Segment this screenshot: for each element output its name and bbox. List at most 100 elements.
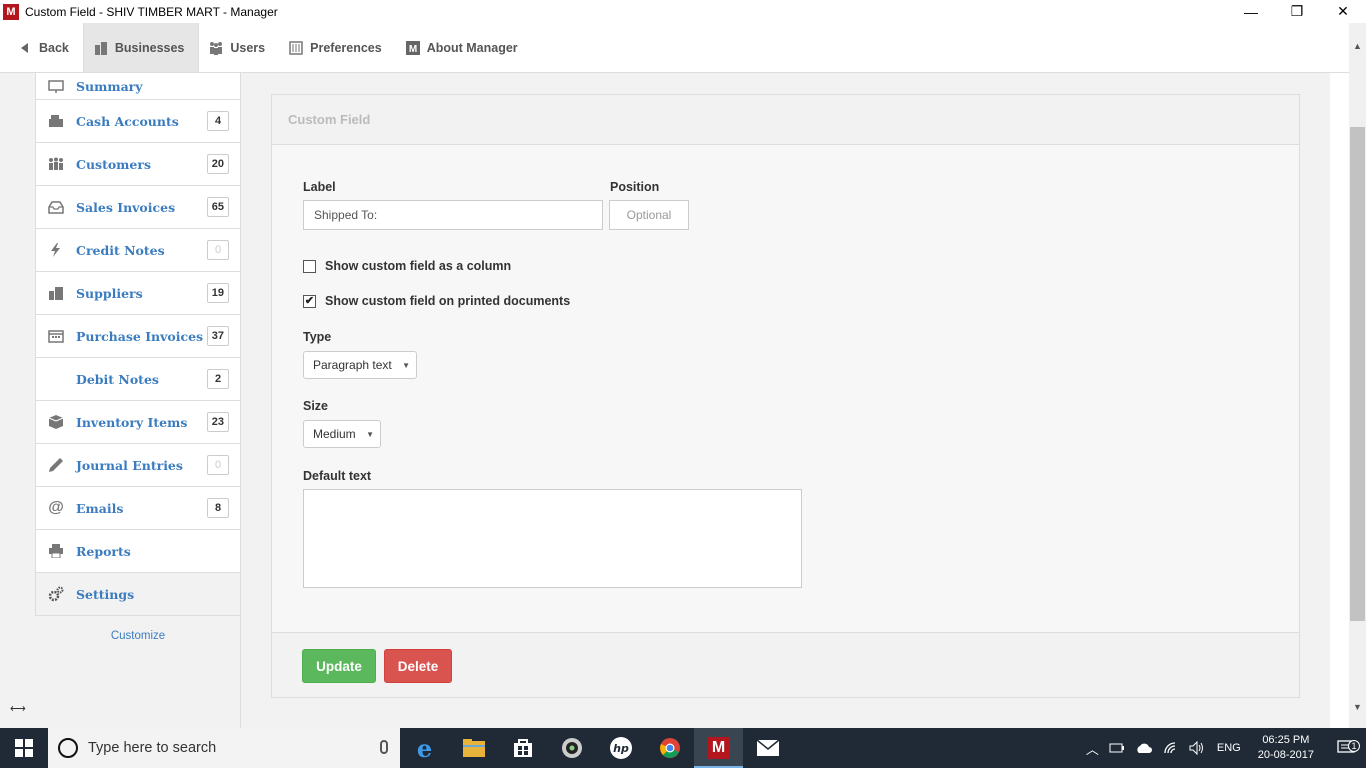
nav-about[interactable]: M About Manager — [396, 23, 532, 72]
collapse-arrows-icon[interactable]: ⟷ — [10, 702, 26, 715]
sidebar-item-purchase-invoices[interactable]: Purchase Invoices 37 — [36, 315, 240, 358]
custom-field-panel: Custom Field Label Shipped To: Position … — [271, 94, 1300, 698]
minimize-button[interactable]: — — [1228, 0, 1274, 23]
sidebar-item-label: Cash Accounts — [76, 113, 179, 129]
sidebar-item-credit-notes[interactable]: Credit Notes 0 — [36, 229, 240, 272]
store-app[interactable] — [498, 728, 547, 768]
delete-button[interactable]: Delete — [384, 649, 452, 683]
count-badge: 23 — [206, 412, 229, 432]
panel-footer: Update Delete — [272, 632, 1299, 697]
title-bar: M Custom Field - SHIV TIMBER MART - Mana… — [0, 0, 1366, 23]
sidebar-item-customers[interactable]: Customers 20 — [36, 143, 240, 186]
show-column-checkbox[interactable] — [303, 259, 316, 273]
calendar-icon — [48, 328, 64, 344]
edge-app[interactable]: e — [400, 728, 449, 768]
count-badge: 8 — [207, 498, 229, 518]
nav-preferences[interactable]: Preferences — [279, 23, 396, 72]
people-icon — [48, 156, 64, 172]
back-button[interactable]: Back — [8, 23, 83, 72]
sidebar-item-cash-accounts[interactable]: Cash Accounts 4 — [36, 100, 240, 143]
type-select[interactable]: Paragraph text ▼ — [303, 351, 417, 379]
sidebar-item-label: Suppliers — [76, 285, 143, 301]
battery-icon[interactable] — [1104, 742, 1130, 754]
scroll-down-icon[interactable]: ▼ — [1349, 698, 1366, 715]
webcam-app[interactable] — [547, 728, 596, 768]
position-field-label: Position — [610, 180, 660, 194]
at-sign-icon: @ — [48, 499, 64, 516]
update-button[interactable]: Update — [302, 649, 376, 683]
back-label: Back — [39, 40, 69, 55]
app-logo-icon: M — [3, 3, 19, 20]
action-center-button[interactable]: 1 — [1326, 740, 1366, 756]
webcam-icon — [561, 738, 582, 758]
label-input[interactable]: Shipped To: — [303, 200, 603, 230]
sidebar-item-label: Credit Notes — [76, 242, 165, 258]
microphone-icon[interactable] — [380, 740, 388, 754]
count-badge: 37 — [206, 326, 229, 346]
size-select[interactable]: Medium ▼ — [303, 420, 381, 448]
position-input[interactable]: Optional — [609, 200, 689, 230]
inbox-icon — [48, 199, 64, 215]
sidebar-item-emails[interactable]: @ Emails 8 — [36, 487, 240, 530]
close-button[interactable]: ✕ — [1320, 0, 1366, 23]
file-explorer-app[interactable] — [449, 728, 498, 768]
customize-link[interactable]: Customize — [35, 630, 241, 642]
sidebar-item-label: Summary — [76, 79, 143, 94]
scroll-up-icon[interactable]: ▲ — [1349, 37, 1366, 54]
sidebar-item-inventory-items[interactable]: Inventory Items 23 — [36, 401, 240, 444]
clock[interactable]: 06:25 PM 20-08-2017 — [1246, 733, 1326, 763]
scroll-thumb[interactable] — [1350, 127, 1365, 621]
search-placeholder: Type here to search — [88, 740, 217, 756]
show-column-row: Show custom field as a column — [303, 259, 511, 273]
taskbar-search[interactable]: Type here to search — [48, 728, 400, 768]
show-printed-checkbox[interactable]: ✔ — [303, 294, 316, 308]
mail-app[interactable] — [743, 728, 792, 768]
show-hidden-icons[interactable]: ︿ — [1081, 739, 1104, 758]
svg-text:hp: hp — [613, 742, 629, 755]
size-field-label: Size — [303, 399, 329, 413]
hp-app[interactable]: hp — [596, 728, 645, 768]
sidebar-divider — [240, 580, 241, 728]
printer-icon — [48, 543, 64, 559]
top-nav: Back Businesses Users Preferences M Abou… — [0, 23, 1366, 73]
chrome-app[interactable] — [645, 728, 694, 768]
chevron-down-icon: ▼ — [366, 429, 374, 439]
cortana-icon — [58, 738, 78, 758]
windows-logo-icon — [15, 739, 33, 757]
svg-text:M: M — [409, 44, 417, 55]
nav-businesses[interactable]: Businesses — [82, 23, 200, 72]
nav-businesses-label: Businesses — [114, 40, 185, 55]
volume-icon[interactable] — [1184, 741, 1212, 755]
sidebar-item-summary[interactable]: Summary — [36, 73, 240, 100]
nav-users-label: Users — [230, 40, 266, 55]
count-badge: 2 — [207, 369, 229, 389]
sidebar-item-settings[interactable]: Settings — [36, 573, 240, 616]
sidebar-item-label: Customers — [76, 156, 151, 172]
default-text-textarea[interactable] — [303, 489, 802, 588]
label-field-label: Label — [303, 180, 336, 194]
size-select-value: Medium — [313, 427, 356, 441]
manager-logo-icon: M — [707, 737, 730, 759]
default-text-label: Default text — [303, 469, 372, 483]
manager-app[interactable]: M — [694, 728, 743, 768]
restore-button[interactable]: ❐ — [1274, 0, 1320, 23]
sidebar-item-suppliers[interactable]: Suppliers 19 — [36, 272, 240, 315]
sidebar-item-sales-invoices[interactable]: Sales Invoices 65 — [36, 186, 240, 229]
start-button[interactable] — [0, 728, 48, 768]
count-badge: 0 — [207, 455, 229, 475]
language-indicator[interactable]: ENG — [1212, 742, 1246, 754]
manager-logo-icon: M — [405, 40, 420, 55]
sidebar-item-journal-entries[interactable]: Journal Entries 0 — [36, 444, 240, 487]
nav-users[interactable]: Users — [199, 23, 279, 72]
sidebar-item-debit-notes[interactable]: Debit Notes 2 — [36, 358, 240, 401]
mail-icon — [756, 739, 779, 756]
notification-count: 1 — [1348, 740, 1360, 752]
onedrive-icon[interactable] — [1130, 742, 1158, 754]
show-column-label: Show custom field as a column — [325, 259, 512, 273]
vertical-scrollbar[interactable]: ▲ ▼ — [1349, 23, 1366, 728]
clock-date: 20-08-2017 — [1257, 749, 1314, 761]
wifi-icon[interactable] — [1158, 741, 1184, 755]
content-margin — [1330, 73, 1349, 728]
sidebar-item-label: Sales Invoices — [76, 199, 176, 215]
sidebar-item-reports[interactable]: Reports — [36, 530, 240, 573]
